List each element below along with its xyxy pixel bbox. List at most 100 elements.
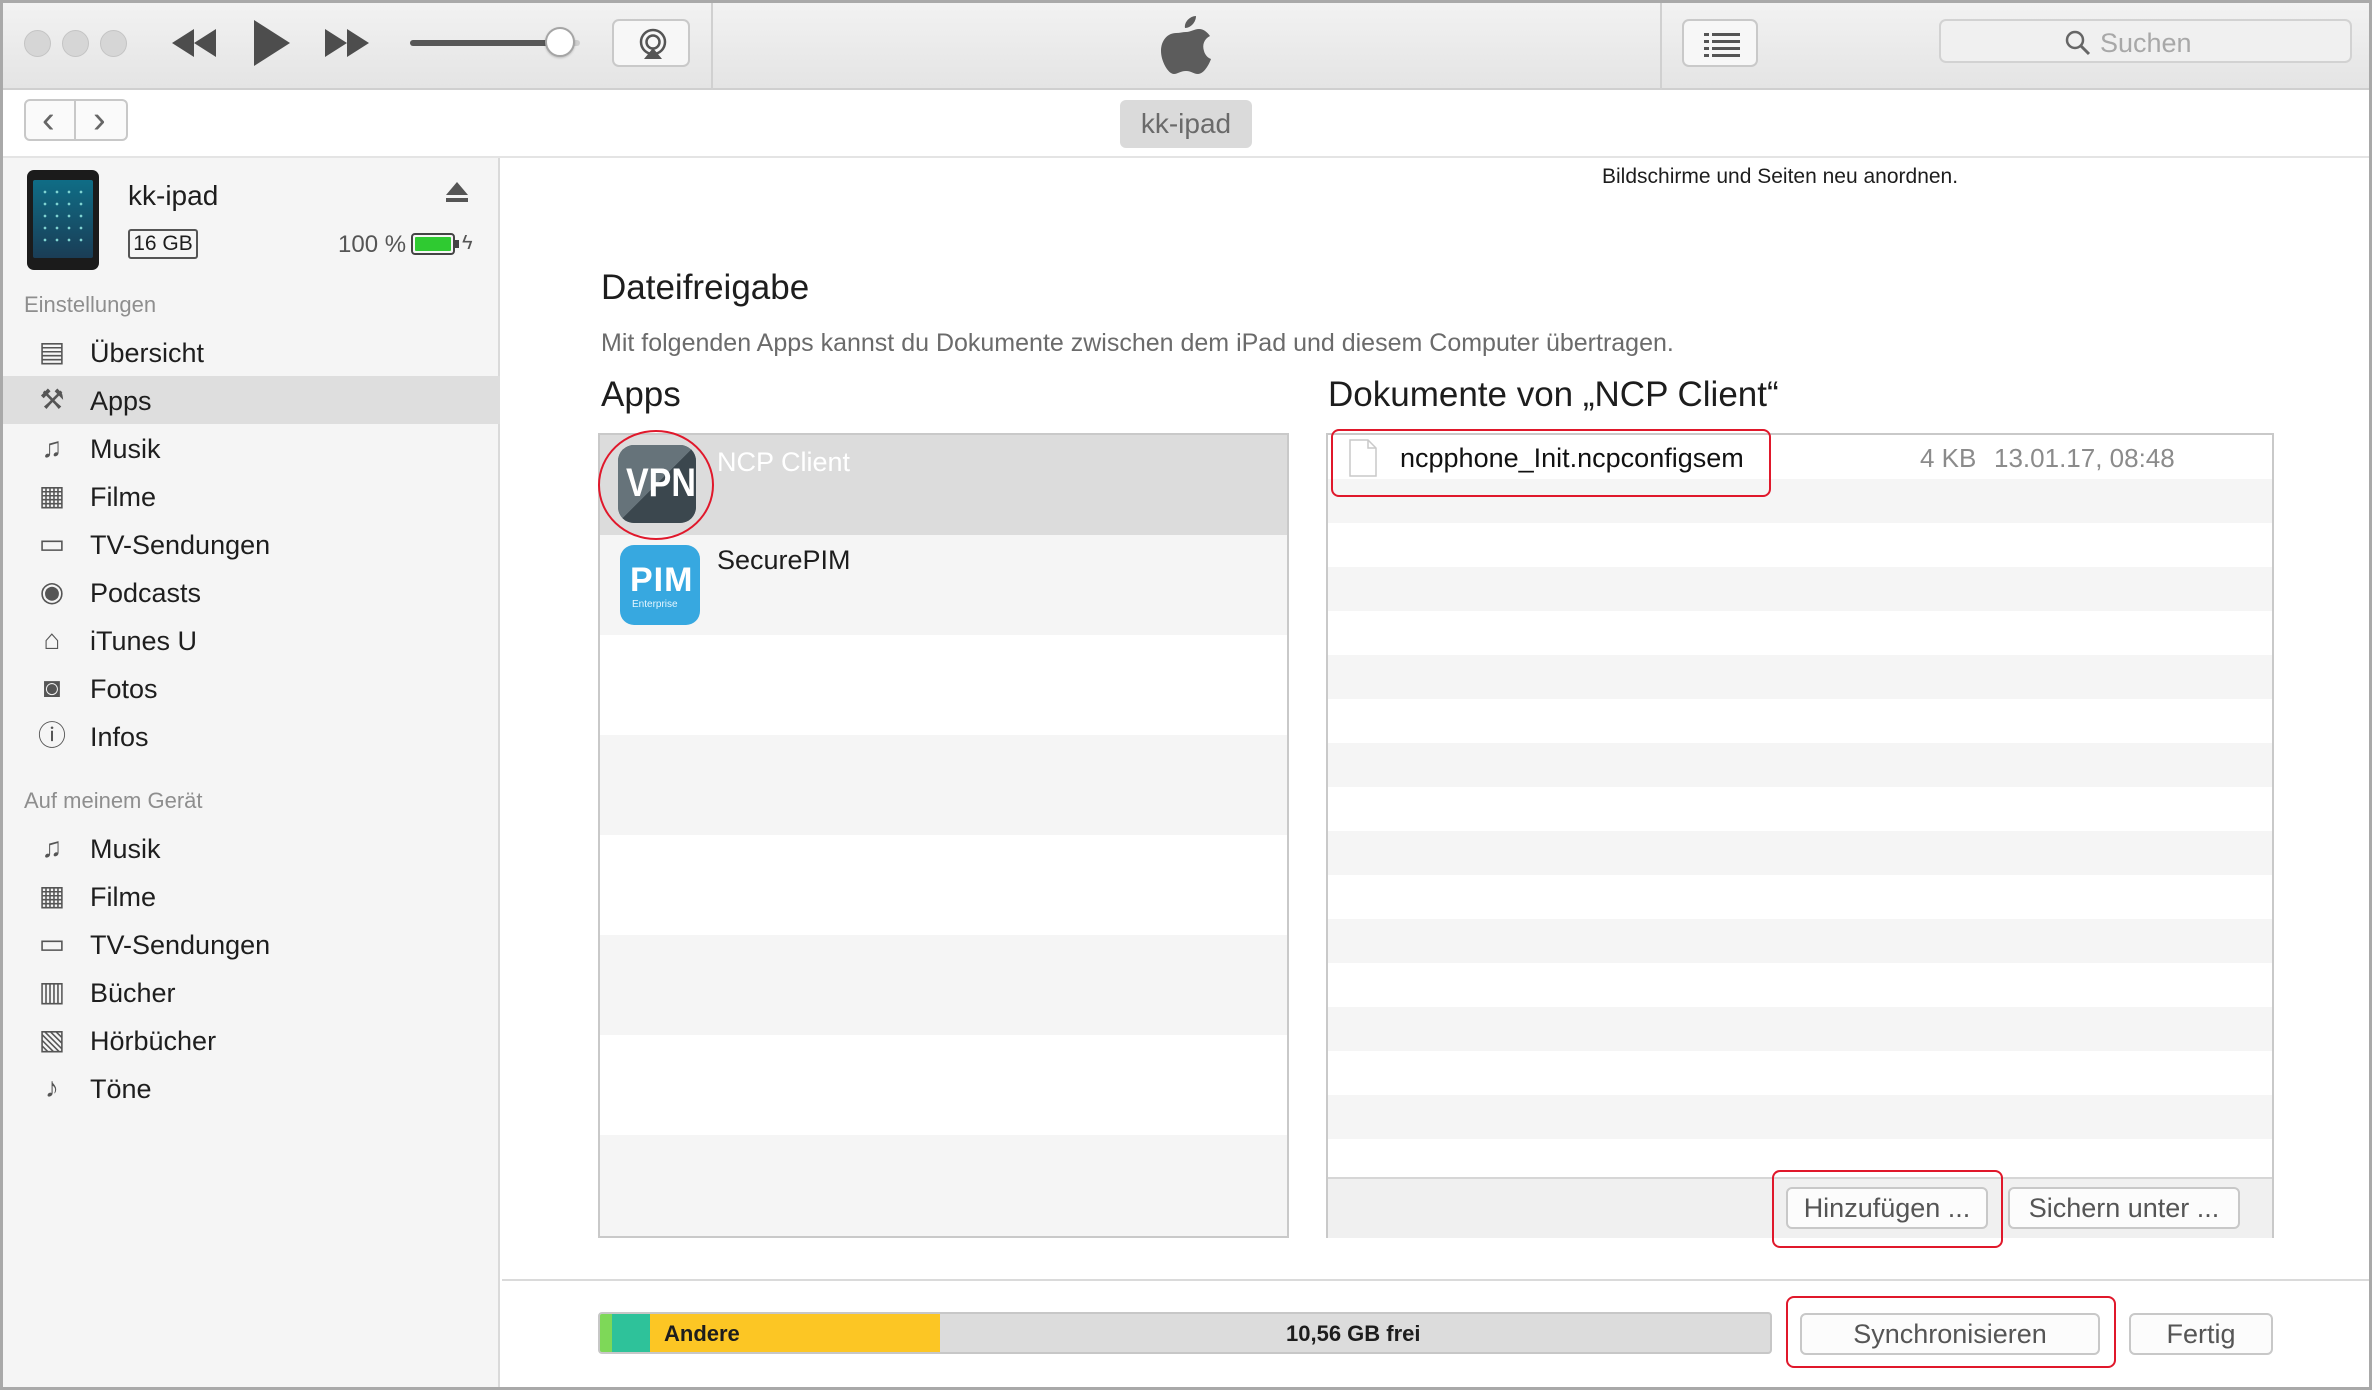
sidebar-item-tv-sendungen[interactable]: ▭ TV-Sendungen — [3, 520, 500, 568]
podcast-icon: ◉ — [39, 576, 65, 607]
app-name: NCP Client — [717, 447, 851, 477]
highlight-circle — [598, 430, 714, 540]
list-item — [1328, 699, 2272, 743]
sidebar-item-infos[interactable]: ⓘ Infos — [3, 712, 500, 760]
highlight-box-add — [1772, 1170, 2003, 1248]
documents-panel: ncpphone_Init.ncpconfigsem 4 KB 13.01.17… — [1326, 433, 2274, 1238]
list-item — [600, 835, 1287, 935]
sidebar-item-label: Fotos — [90, 674, 158, 704]
sidebar-item-label: Musik — [90, 834, 161, 864]
list-item — [1328, 1051, 2272, 1095]
tv-icon: ▭ — [38, 928, 66, 959]
ipad-thumbnail — [27, 170, 99, 270]
list-item — [1328, 831, 2272, 875]
save-as-button[interactable]: Sichern unter ... — [2008, 1187, 2240, 1229]
chevron-left-icon: ‹ — [42, 99, 55, 141]
rewind-icon[interactable] — [170, 25, 218, 61]
sidebar-item-apps[interactable]: ⚒ Apps — [3, 376, 500, 424]
list-item — [600, 1135, 1287, 1236]
sidebar-item-label: Hörbücher — [90, 1026, 217, 1056]
list-item — [600, 735, 1287, 835]
toolbar-divider — [711, 3, 713, 90]
info-icon: ⓘ — [37, 720, 66, 751]
list-item — [1328, 1095, 2272, 1139]
apps-header: Apps — [601, 375, 681, 414]
sidebar-item-label: iTunes U — [90, 626, 198, 656]
list-item — [1328, 655, 2272, 699]
film-icon: ▦ — [38, 480, 66, 511]
sidebar-item-töne[interactable]: ♪ Töne — [3, 1064, 500, 1112]
list-item — [600, 935, 1287, 1035]
toolbar-divider — [1660, 3, 1662, 90]
list-item — [1328, 567, 2272, 611]
sync-button[interactable]: Synchronisieren — [1800, 1313, 2100, 1355]
eject-icon[interactable] — [444, 180, 470, 209]
list-item — [1328, 523, 2272, 567]
book-icon: ▥ — [38, 976, 66, 1007]
play-icon[interactable] — [252, 18, 292, 68]
sidebar-item-bücher[interactable]: ▥ Bücher — [3, 968, 500, 1016]
sidebar-item-musik[interactable]: ♫ Musik — [3, 424, 500, 472]
back-button[interactable]: ‹ — [24, 99, 76, 141]
list-item — [1328, 743, 2272, 787]
search-field[interactable]: Suchen — [1939, 19, 2352, 63]
storage-segment-other: Andere — [650, 1314, 940, 1352]
storage-segment-green — [600, 1314, 612, 1352]
minimize-light[interactable] — [62, 30, 89, 57]
sidebar-item-tv-sendungen[interactable]: ▭ TV-Sendungen — [3, 920, 500, 968]
sidebar-item-fotos[interactable]: ◙ Fotos — [3, 664, 500, 712]
search-icon — [2065, 30, 2091, 61]
sidebar-item-musik[interactable]: ♫ Musik — [3, 824, 500, 872]
close-light[interactable] — [24, 30, 51, 57]
sidebar-item-label: TV-Sendungen — [90, 530, 271, 560]
fast-forward-icon[interactable] — [323, 25, 371, 61]
list-item — [600, 635, 1287, 735]
sidebar-item-label: Bücher — [90, 978, 176, 1008]
apps-list: VPN NCP Client PIM Enterprise SecurePIM — [598, 433, 1289, 1238]
app-row-securepim[interactable]: PIM Enterprise SecurePIM — [600, 535, 1287, 635]
sidebar-item-label: Musik — [90, 434, 161, 464]
storage-free-label: 10,56 GB frei — [1286, 1321, 1421, 1346]
documents-header: Dokumente von „NCP Client“ — [1328, 375, 1779, 414]
zoom-light[interactable] — [100, 30, 127, 57]
camera-icon: ◙ — [43, 672, 61, 703]
sidebar-item-hörbücher[interactable]: ▧ Hörbücher — [3, 1016, 500, 1064]
list-view-button[interactable] — [1682, 19, 1758, 67]
top-info-text: Bildschirme und Seiten neu anordnen. — [1602, 165, 1959, 188]
list-item — [600, 1035, 1287, 1135]
sidebar-item-label: TV-Sendungen — [90, 930, 271, 960]
list-item — [1328, 787, 2272, 831]
sidebar-item-itunes-u[interactable]: ⌂ iTunes U — [3, 616, 500, 664]
bell-icon: ♪ — [45, 1072, 59, 1103]
music-note-icon: ♫ — [41, 832, 63, 863]
summary-icon: ▤ — [38, 336, 66, 367]
sidebar-item-label: Filme — [90, 482, 156, 512]
airplay-icon — [636, 28, 670, 65]
file-sharing-title: Dateifreigabe — [601, 268, 810, 307]
capacity-badge: 16 GB — [128, 229, 198, 259]
done-button[interactable]: Fertig — [2129, 1313, 2273, 1355]
sidebar-item-filme[interactable]: ▦ Filme — [3, 872, 500, 920]
music-note-icon: ♫ — [41, 432, 63, 463]
airplay-button[interactable] — [612, 19, 690, 67]
volume-slider[interactable] — [410, 27, 580, 57]
section-title-device: Auf meinem Gerät — [24, 788, 203, 813]
forward-button[interactable]: › — [76, 99, 128, 141]
device-name: kk-ipad — [128, 180, 219, 211]
document-size: 4 KB — [1920, 443, 1977, 473]
highlight-box-document — [1331, 429, 1771, 497]
storage-other-label: Andere — [664, 1321, 740, 1346]
sidebar-item-label: Podcasts — [90, 578, 202, 608]
sidebar-item-label: Übersicht — [90, 338, 205, 368]
document-date: 13.01.17, 08:48 — [1994, 443, 2175, 473]
sidebar-item-filme[interactable]: ▦ Filme — [3, 472, 500, 520]
list-item — [1328, 919, 2272, 963]
sidebar-item-podcasts[interactable]: ◉ Podcasts — [3, 568, 500, 616]
list-item — [1328, 875, 2272, 919]
sidebar-item-übersicht[interactable]: ▤ Übersicht — [3, 328, 500, 376]
storage-segment-teal — [612, 1314, 650, 1352]
list-item — [1328, 963, 2272, 1007]
pim-app-icon: PIM Enterprise — [620, 545, 700, 625]
device-pill[interactable]: kk-ipad — [1120, 100, 1252, 148]
sidebar-item-label: Töne — [90, 1074, 152, 1104]
